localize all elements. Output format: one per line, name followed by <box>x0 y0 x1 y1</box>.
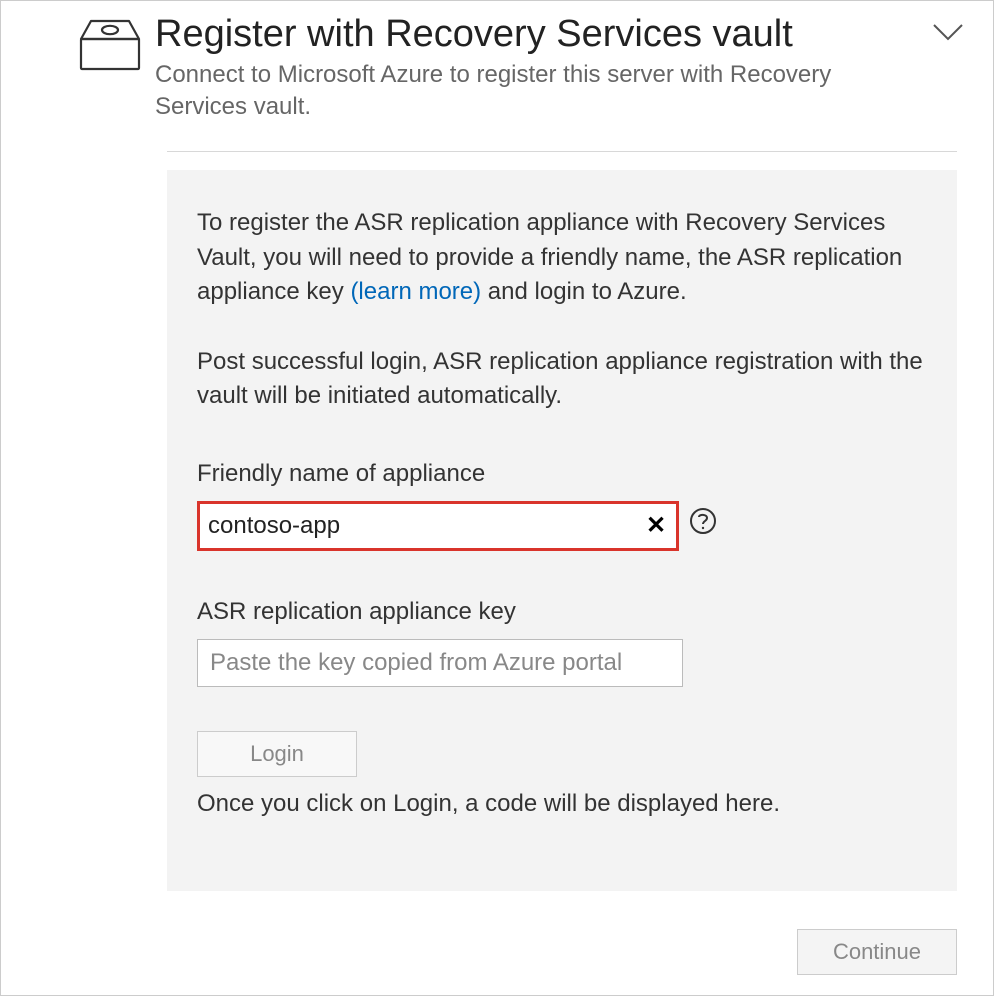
appliance-key-input[interactable] <box>197 639 683 687</box>
register-pane: Register with Recovery Services vault Co… <box>0 0 994 996</box>
learn-more-link[interactable]: (learn more) <box>350 278 481 305</box>
friendly-name-input[interactable] <box>200 504 636 548</box>
vault-icon <box>79 19 141 78</box>
login-button[interactable]: Login <box>197 731 357 777</box>
intro-paragraph-2: Post successful login, ASR replication a… <box>197 345 927 413</box>
page-subtitle: Connect to Microsoft Azure to register t… <box>155 59 915 124</box>
separator <box>167 151 957 152</box>
friendly-name-label: Friendly name of appliance <box>197 457 927 491</box>
chevron-down-icon[interactable] <box>931 21 965 48</box>
friendly-name-row: ✕ <box>197 501 927 551</box>
intro-text-1b: and login to Azure. <box>481 278 686 305</box>
content-panel: To register the ASR replication applianc… <box>167 170 957 891</box>
friendly-name-input-wrap: ✕ <box>197 501 679 551</box>
appliance-key-label: ASR replication appliance key <box>197 595 927 629</box>
page-title: Register with Recovery Services vault <box>155 13 965 57</box>
help-icon[interactable] <box>689 507 717 545</box>
intro-paragraph-1: To register the ASR replication applianc… <box>197 206 927 308</box>
header-text: Register with Recovery Services vault Co… <box>155 13 965 123</box>
clear-input-icon[interactable]: ✕ <box>636 509 676 543</box>
header: Register with Recovery Services vault Co… <box>79 13 965 123</box>
login-hint: Once you click on Login, a code will be … <box>197 787 927 821</box>
continue-button[interactable]: Continue <box>797 929 957 975</box>
